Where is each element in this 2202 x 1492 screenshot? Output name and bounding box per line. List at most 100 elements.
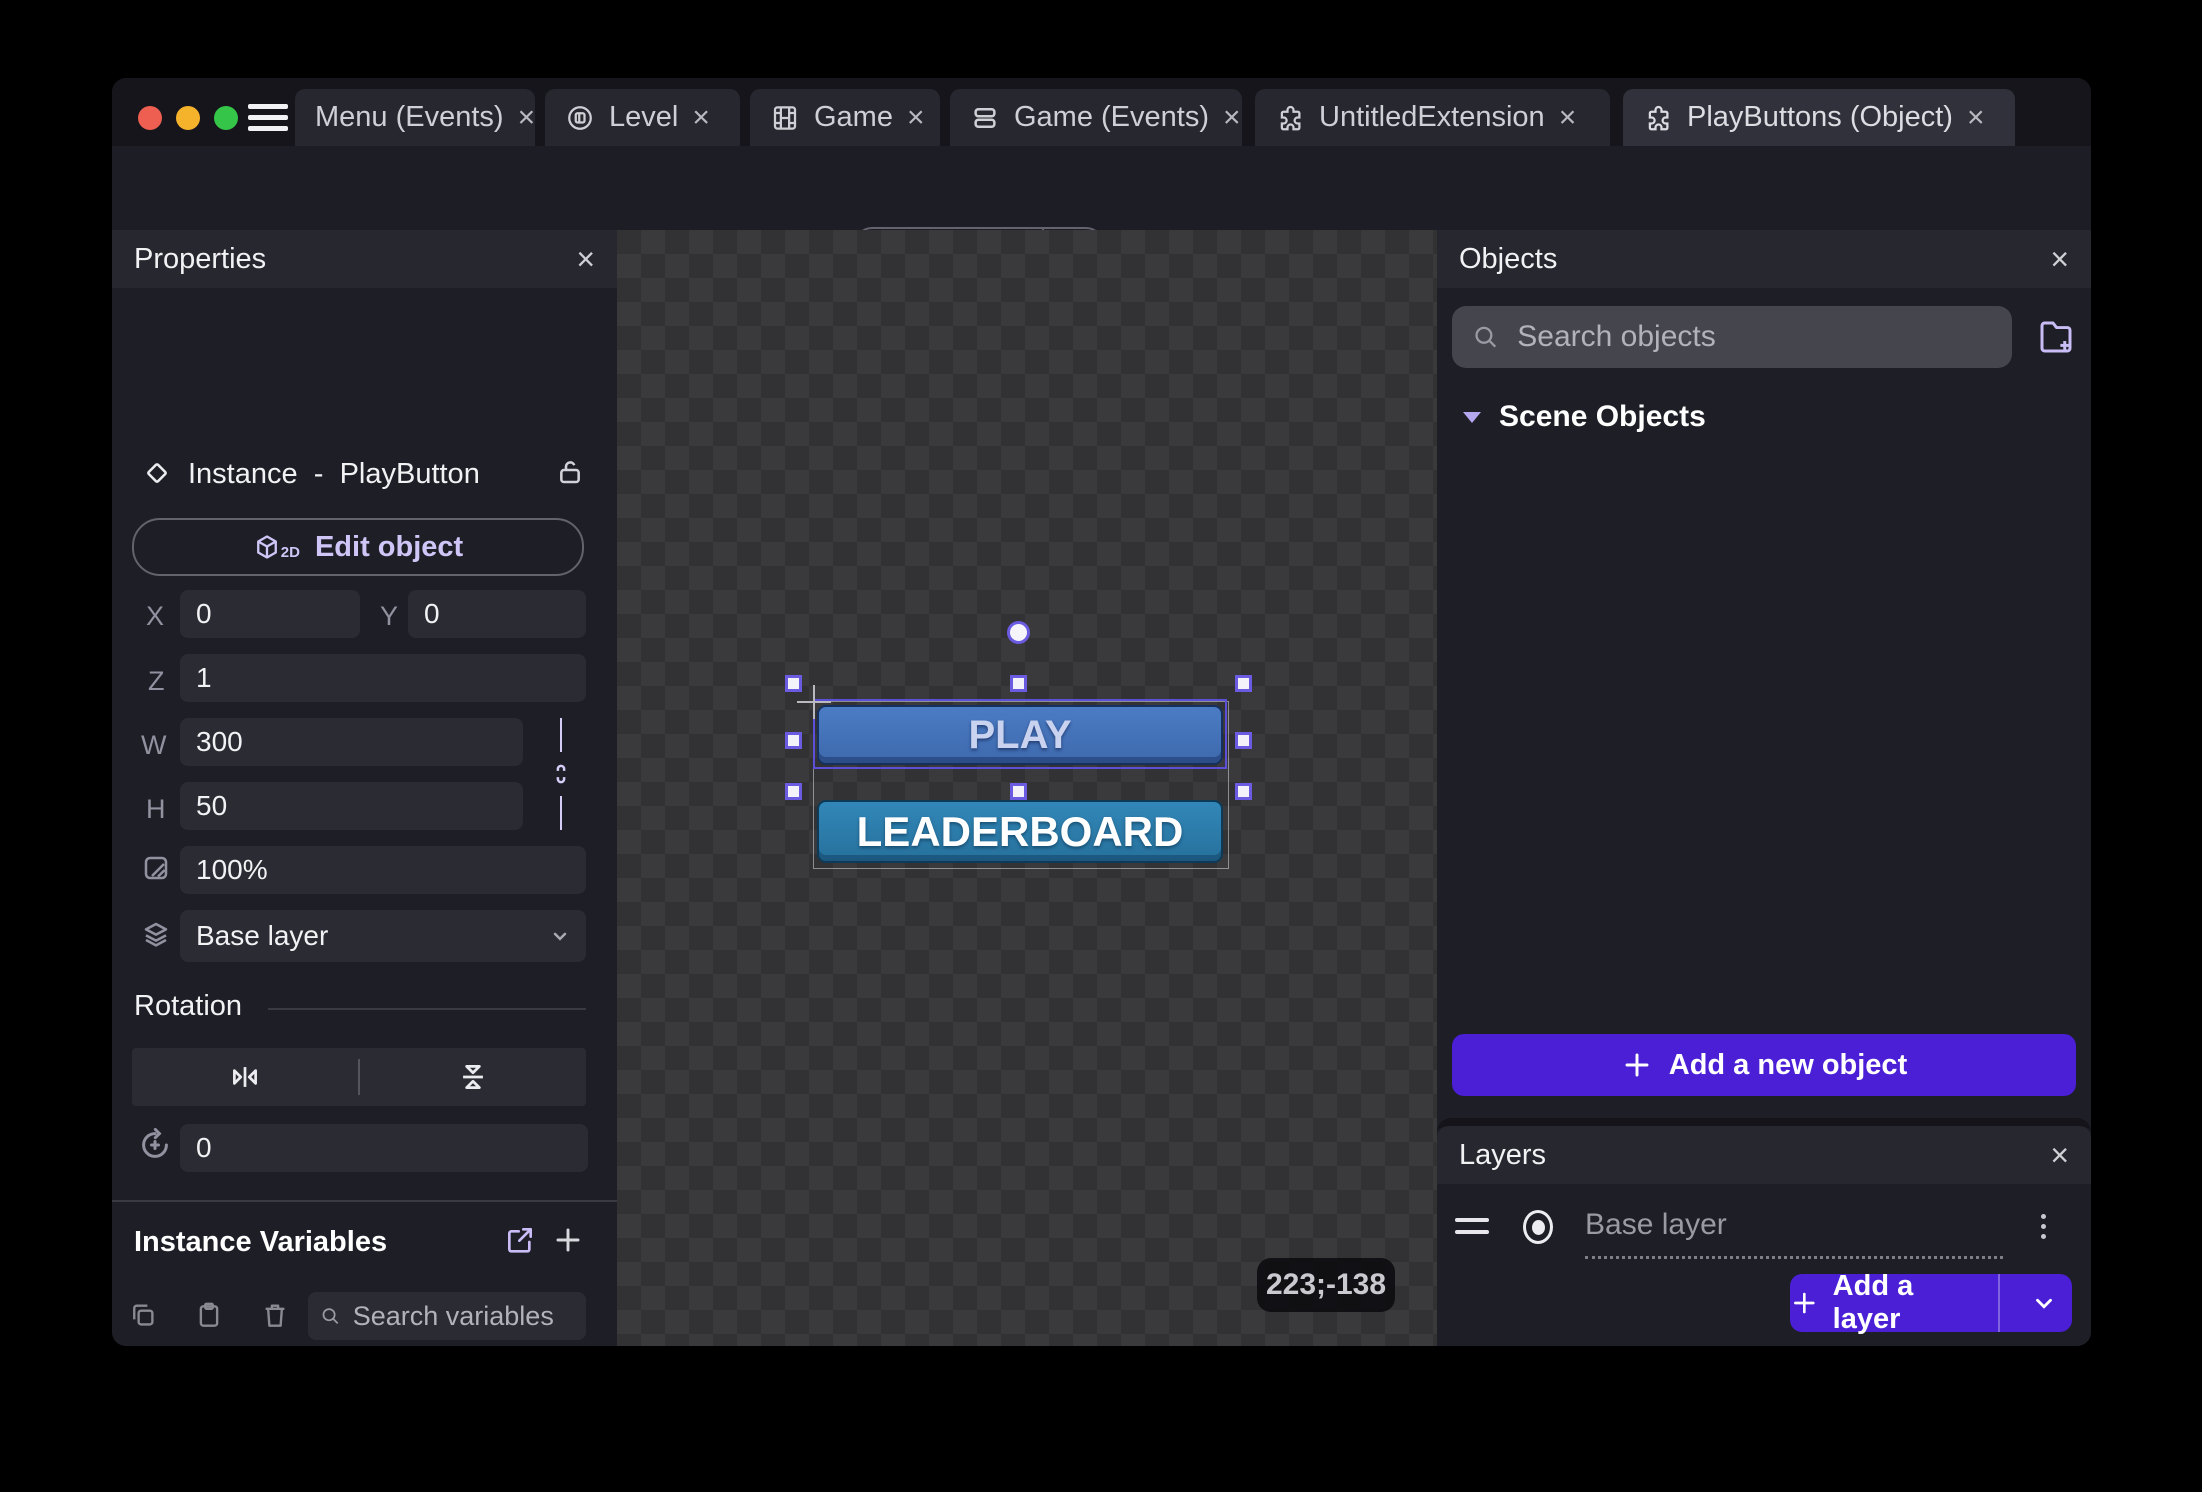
play-game-button: PLAY [817,705,1223,765]
instance-diamond-icon [140,456,174,490]
search-icon [1472,322,1499,352]
unlock-icon[interactable] [554,456,586,488]
window-minimize-button[interactable] [176,106,200,130]
delete-variable-icon[interactable] [260,1300,290,1330]
resize-handle-middle-left[interactable] [785,732,802,749]
layers-panel: Layers × Base layer Add a layer [1437,1118,2091,1346]
flip-horizontal-button[interactable] [132,1060,358,1094]
add-layer-label: Add a layer [1833,1270,1982,1336]
resize-handle-bottom-left[interactable] [785,783,802,800]
scene-icon [565,103,595,133]
search-variables-input[interactable] [351,1300,574,1333]
objects-panel: Objects × Scene Objects PlayButton Leade… [1437,230,2091,1346]
add-layer-options-button[interactable] [2016,1290,2072,1316]
y-label: Y [380,601,398,632]
resize-handle-top-center[interactable] [1010,675,1027,692]
scene-canvas[interactable]: PLAY LEADERBOARD 223;-138 [617,230,1437,1346]
h-input[interactable] [180,782,523,830]
cube-2d-icon: 2D [253,533,300,561]
origin-crosshair [813,685,815,719]
tab-label: Level [609,101,678,134]
search-variables-box[interactable] [308,1292,586,1340]
window-zoom-button[interactable] [214,106,238,130]
tab-close-icon[interactable]: × [907,103,925,133]
add-variable-icon[interactable] [552,1224,584,1256]
z-input[interactable] [180,654,586,702]
link-line [560,796,562,830]
flip-toolbar [132,1048,586,1106]
tab-close-icon[interactable]: × [1967,103,1985,133]
z-label: Z [148,666,165,697]
add-folder-icon[interactable] [2035,316,2077,358]
x-input[interactable] [180,590,360,638]
flip-vertical-button[interactable] [360,1060,586,1094]
divider [1998,1274,2000,1332]
add-new-object-button[interactable]: Add a new object [1452,1034,2076,1096]
tab-playbuttons-object[interactable]: PlayButtons (Object) × [1623,89,2015,146]
scene-objects-section[interactable]: Scene Objects [1463,400,1706,434]
tab-menu-events[interactable]: Menu (Events) × [295,89,535,146]
main-toolbar: Preview Share [112,146,2091,230]
paste-variable-icon[interactable] [194,1300,224,1330]
link-dimensions-icon[interactable] [546,756,576,792]
x-label: X [146,601,164,632]
scene-objects-title: Scene Objects [1499,400,1706,434]
extension-puzzle-icon [1275,103,1305,133]
tab-close-icon[interactable]: × [1223,103,1241,133]
resize-handle-top-right[interactable] [1235,675,1252,692]
close-icon[interactable]: × [2050,241,2069,278]
rotation-input[interactable] [180,1124,588,1172]
resize-handle-bottom-right[interactable] [1235,783,1252,800]
rotate-handle[interactable] [1007,621,1030,644]
flip-horizontal-icon [228,1060,262,1094]
divider [268,1008,586,1010]
w-label: W [141,730,166,761]
instance-variables-title: Instance Variables [134,1226,387,1259]
properties-panel-title: Properties [134,243,266,276]
window-close-button[interactable] [138,106,162,130]
opacity-input[interactable] [180,846,586,894]
add-layer-button[interactable]: Add a layer [1790,1274,2072,1332]
layer-select-icon [140,918,172,950]
edit-object-label: Edit object [315,531,463,564]
tab-game[interactable]: Game × [750,89,940,146]
resize-handle-top-left[interactable] [785,675,802,692]
y-input[interactable] [408,590,586,638]
rotation-section-title: Rotation [134,990,242,1023]
events-sheet-icon [970,103,1000,133]
rotate-angle-icon [136,1126,174,1164]
search-objects-input[interactable] [1515,319,1992,355]
chevron-down-icon [2031,1290,2057,1316]
layer-name[interactable]: Base layer [1585,1208,2003,1259]
resize-handle-bottom-center[interactable] [1010,783,1027,800]
close-icon[interactable]: × [2050,1137,2069,1174]
layer-row-base[interactable]: Base layer [1437,1196,2091,1260]
drag-handle-icon[interactable] [1455,1218,1489,1236]
w-input[interactable] [180,718,523,766]
properties-panel: Properties × Instance - PlayButton 2D Ed… [112,230,617,1346]
tab-label: Menu (Events) [315,101,504,134]
opacity-icon [140,852,172,884]
add-new-object-label: Add a new object [1669,1049,1907,1082]
leaderboard-game-button: LEADERBOARD [817,800,1223,863]
tab-close-icon[interactable]: × [692,103,710,133]
close-icon[interactable]: × [576,241,595,278]
tab-level[interactable]: Level × [545,89,740,146]
edit-object-button[interactable]: 2D Edit object [132,518,584,576]
open-variables-editor-icon[interactable] [504,1224,536,1256]
tab-close-icon[interactable]: × [1559,103,1577,133]
resize-handle-middle-right[interactable] [1235,732,1252,749]
layer-select[interactable]: Base layer [180,910,586,962]
tab-untitled-extension[interactable]: UntitledExtension × [1255,89,1610,146]
search-objects-box[interactable] [1452,306,2012,368]
tab-label: Game [814,101,893,134]
layer-visibility-radio[interactable] [1523,1210,1553,1244]
copy-variable-icon[interactable] [128,1300,158,1330]
hamburger-menu-icon[interactable] [248,104,288,132]
tab-close-icon[interactable]: × [518,103,535,133]
link-line [560,718,562,752]
layers-panel-title: Layers [1459,1139,1546,1172]
tab-game-events[interactable]: Game (Events) × [950,89,1242,146]
kebab-menu-icon[interactable] [2041,1214,2046,1239]
collapse-caret-icon [1463,412,1481,423]
